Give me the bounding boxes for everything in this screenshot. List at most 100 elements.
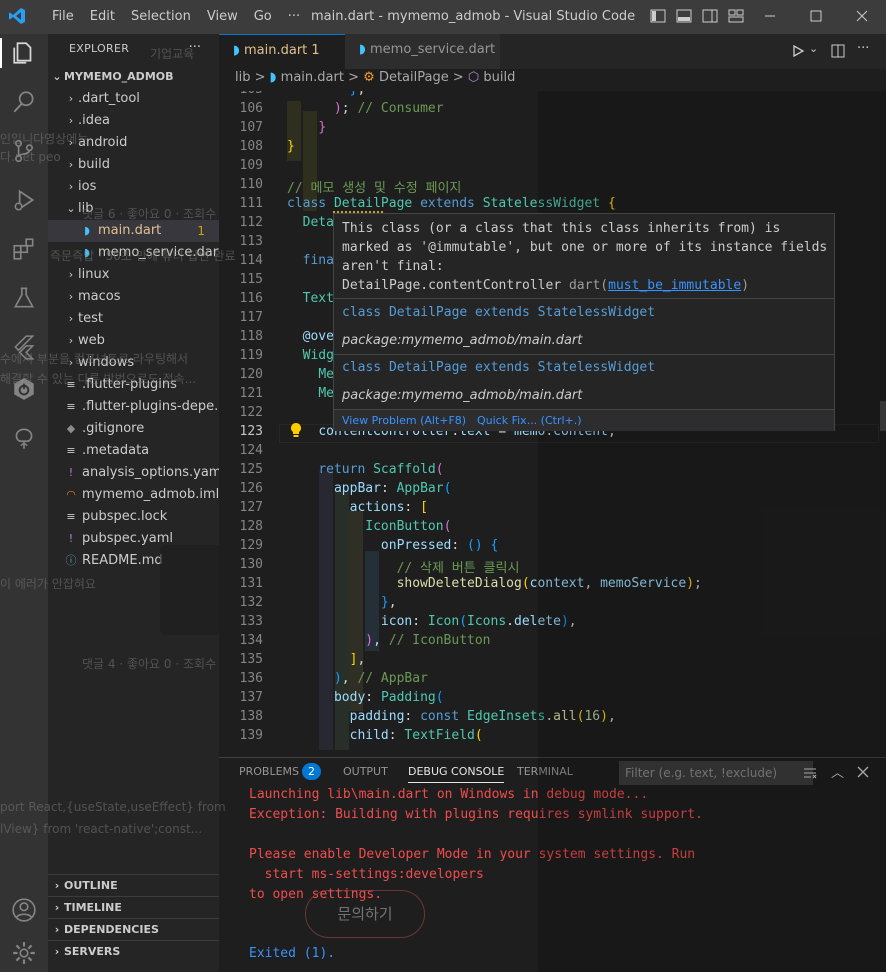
explorer-icon[interactable]	[11, 40, 37, 66]
file-file-icon: ≡	[66, 444, 76, 457]
editor-more-icon[interactable]: ···	[857, 41, 869, 56]
menu-go[interactable]: Go	[246, 9, 280, 24]
tree-item[interactable]: ◆ .gitignore	[48, 418, 219, 440]
extensions-icon[interactable]	[11, 236, 37, 262]
ghost-text: 이 에러가 안잡혀요	[0, 577, 96, 591]
code-line: ); // Consumer	[333, 101, 444, 116]
console-line: Exception: Building with plugins require…	[249, 807, 703, 822]
run-debug-icon[interactable]	[11, 187, 37, 213]
tree-item[interactable]: › build	[48, 154, 219, 176]
console-filter-input[interactable]: Filter (e.g. text, !exclude)	[619, 761, 813, 785]
account-icon[interactable]	[11, 897, 37, 923]
split-editor-icon[interactable]	[831, 44, 845, 58]
run-icon[interactable]	[791, 44, 805, 58]
toggle-secondary-sidebar-icon[interactable]	[702, 8, 718, 24]
code-line: Widg	[302, 348, 334, 363]
chevron-right-icon: ›	[54, 901, 60, 914]
toggle-panel-icon[interactable]	[676, 8, 692, 24]
tree-item-label: pubspec.lock	[82, 509, 168, 524]
menu-file[interactable]: File	[44, 9, 82, 24]
ghost-text: 수에서 부분을 컴포넌트로 라우팅해서	[0, 352, 189, 366]
testing-icon[interactable]	[11, 285, 37, 311]
chevron-right-icon: ›	[68, 180, 74, 193]
section-timeline[interactable]: › TIMELINE	[48, 896, 219, 918]
tree-item[interactable]: › linux	[48, 264, 219, 286]
tree-item[interactable]: ! analysis_options.yaml	[48, 462, 219, 484]
hover-signature-2: class DetailPage extends StatelessWidget	[342, 360, 656, 375]
line-number: 139	[239, 728, 263, 743]
tree-item[interactable]: ≡ .flutter-plugins-depe...	[48, 396, 219, 418]
maximize-panel-chevron-up-icon[interactable]: ︿	[831, 762, 844, 781]
hover-separator	[334, 354, 834, 355]
menu-selection[interactable]: Selection	[123, 9, 199, 24]
hover-signature-1: class DetailPage extends StatelessWidget	[342, 305, 656, 320]
line-number: 128	[239, 519, 263, 534]
tab-debug-console[interactable]: DEBUG CONSOLE	[408, 765, 505, 783]
code-line: showDeleteDialog(context, memoService);	[396, 576, 702, 591]
tree-item[interactable]: › test	[48, 308, 219, 330]
clear-console-icon[interactable]	[803, 766, 817, 780]
tree-item[interactable]: ◠ mymemo_admob.iml	[48, 484, 219, 506]
view-problem-link[interactable]: View Problem (Alt+F8)	[342, 414, 466, 427]
line-number: 120	[239, 367, 263, 382]
menu-edit[interactable]: Edit	[82, 9, 123, 24]
menu-view[interactable]: View	[199, 9, 246, 24]
section-dependencies[interactable]: › DEPENDENCIES	[48, 918, 219, 940]
code-line: Text	[302, 291, 334, 306]
section-servers[interactable]: › SERVERS	[48, 940, 219, 962]
tree-item[interactable]: › .dart_tool	[48, 88, 219, 110]
tree-item[interactable]: › ios	[48, 176, 219, 198]
tree-item-label: analysis_options.yaml	[82, 465, 219, 480]
tab-output[interactable]: OUTPUT	[343, 765, 388, 778]
close-panel-icon[interactable]	[857, 766, 869, 778]
tree-item-label: build	[78, 157, 110, 172]
chevron-right-icon: ›	[68, 114, 74, 127]
section-outline[interactable]: › OUTLINE	[48, 874, 219, 896]
line-number: 112	[239, 215, 263, 230]
tree-item[interactable]: ≡ pubspec.lock	[48, 506, 219, 528]
search-icon[interactable]	[11, 89, 37, 115]
tree-item-label: main.dart	[98, 223, 162, 238]
breadcrumb-detailpage[interactable]: DetailPage	[379, 70, 449, 85]
maximize-icon[interactable]	[808, 8, 824, 24]
customize-layout-icon[interactable]	[728, 8, 744, 24]
tree-item[interactable]: ◗ main.dart 1	[48, 220, 219, 242]
quick-fix-link[interactable]: Quick Fix... (Ctrl+.)	[477, 414, 582, 427]
ghost-text: lView} from 'react-native';const...	[0, 822, 203, 836]
breadcrumb-main-dart[interactable]: main.dart	[281, 70, 344, 85]
hover-rule-link[interactable]: must_be_immutable	[608, 278, 741, 293]
close-icon[interactable]	[854, 8, 870, 24]
tab-main-dart[interactable]: ◗ main.dart 1	[219, 34, 345, 69]
editor-scrollbar[interactable]	[880, 401, 886, 431]
explorer-header: EXPLORER	[69, 42, 130, 55]
tree-item-label: pubspec.yaml	[82, 531, 173, 546]
tree-item[interactable]: › macos	[48, 286, 219, 308]
chevron-right-icon: ›	[68, 92, 74, 105]
window-title: main.dart - mymemo_admob - Visual Studio…	[311, 9, 636, 24]
dart-file-icon: ◗	[84, 224, 90, 237]
tab-terminal[interactable]: TERMINAL	[517, 765, 573, 778]
line-number: 124	[239, 443, 263, 458]
manage-gear-icon[interactable]	[11, 940, 37, 966]
tree-item[interactable]: ≡ .metadata	[48, 440, 219, 462]
lightbulb-icon[interactable]	[289, 422, 303, 438]
minimize-icon[interactable]	[762, 8, 778, 24]
code-line: }	[318, 120, 327, 135]
toggle-sidebar-icon[interactable]	[650, 8, 666, 24]
hover-message-text: This class (or a class that this class i…	[342, 221, 828, 274]
line-number: 122	[239, 405, 263, 420]
workspace-root[interactable]: ⌄ MYMEMO_ADMOB	[48, 66, 219, 88]
line-number: 115	[239, 272, 263, 287]
tree-item[interactable]: › .idea	[48, 110, 219, 132]
tab-problems[interactable]: PROBLEMS	[239, 765, 299, 778]
breadcrumb-lib[interactable]: lib	[235, 70, 250, 85]
run-dropdown-chevron-icon[interactable]: ⌄	[809, 42, 818, 55]
tab-memo-service-dart[interactable]: ◗ memo_service.dart	[345, 34, 500, 69]
menu-more[interactable]: ···	[280, 9, 308, 24]
tree-item[interactable]: › web	[48, 330, 219, 352]
line-number: 119	[239, 348, 263, 363]
chevron-down-icon: ⌄	[66, 202, 76, 215]
breadcrumb-build[interactable]: build	[483, 70, 515, 85]
tree-icon[interactable]	[11, 426, 37, 452]
tree-item-label: .metadata	[82, 443, 150, 458]
